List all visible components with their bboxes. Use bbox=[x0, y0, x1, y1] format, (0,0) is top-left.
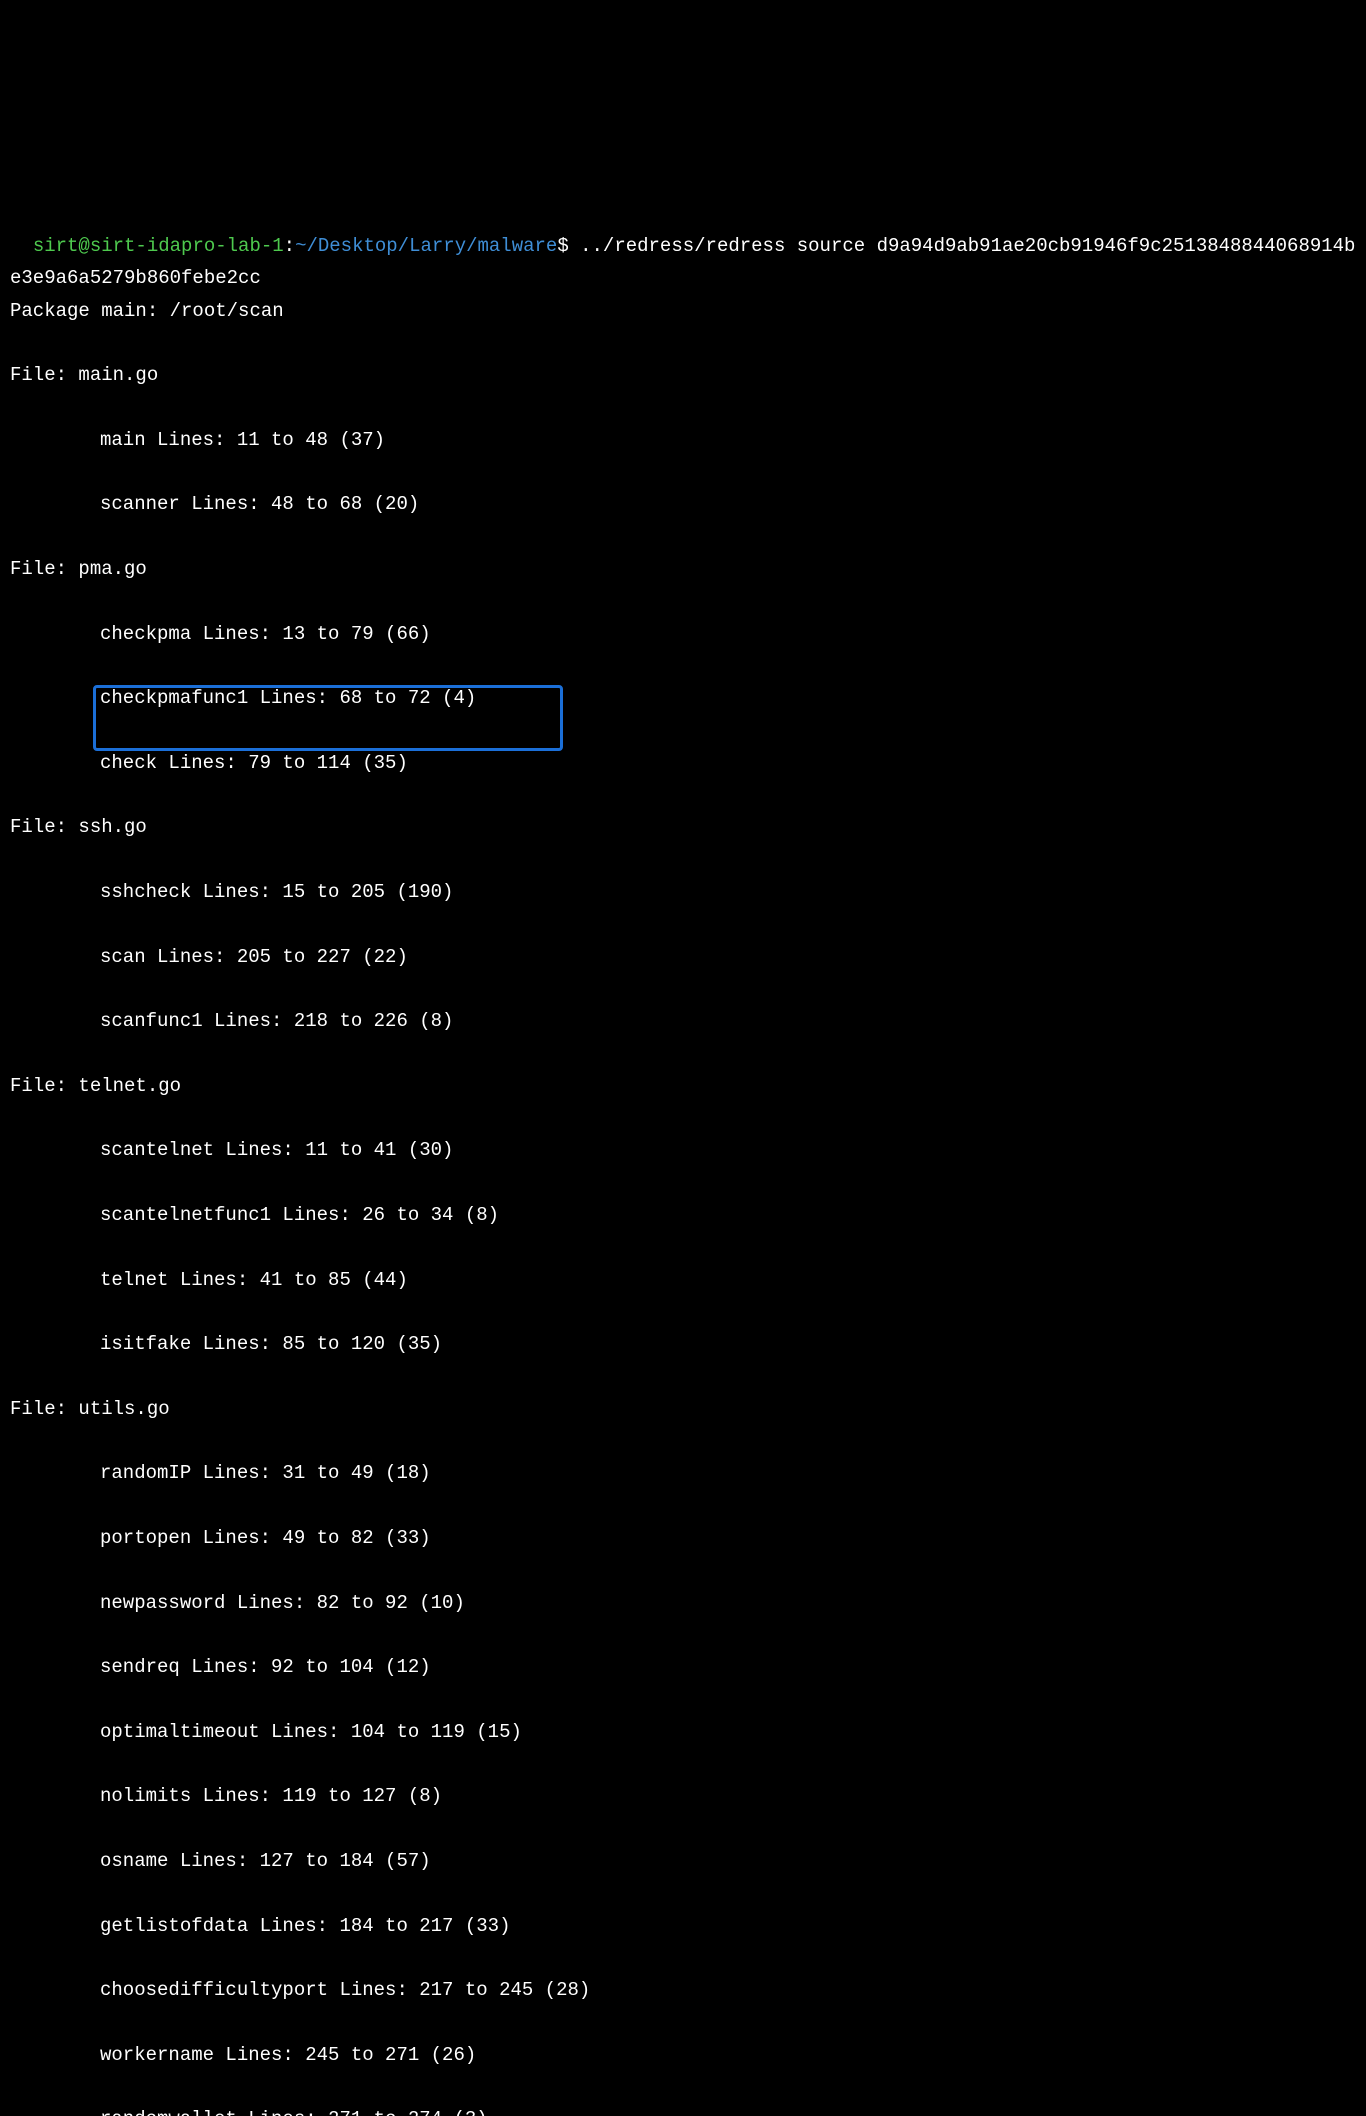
func-entry: workername Lines: 245 to 271 (26) bbox=[10, 2039, 1356, 2071]
file-header: File: telnet.go bbox=[10, 1070, 1356, 1102]
func-entry: randomwallet Lines: 271 to 274 (3) bbox=[10, 2103, 1356, 2116]
file-header: File: utils.go bbox=[10, 1393, 1356, 1425]
file-header: File: pma.go bbox=[10, 553, 1356, 585]
func-entry: scantelnet Lines: 11 to 41 (30) bbox=[10, 1134, 1356, 1166]
func-entry: check Lines: 79 to 114 (35) bbox=[10, 747, 1356, 779]
prompt-colon: : bbox=[284, 235, 295, 257]
func-entry: scan Lines: 205 to 227 (22) bbox=[10, 941, 1356, 973]
func-entry: getlistofdata Lines: 184 to 217 (33) bbox=[10, 1910, 1356, 1942]
func-entry: osname Lines: 127 to 184 (57) bbox=[10, 1845, 1356, 1877]
file-header: File: ssh.go bbox=[10, 811, 1356, 843]
terminal-window[interactable]: sirt@sirt-idapro-lab-1:~/Desktop/Larry/m… bbox=[10, 133, 1356, 2116]
output-package: Package main: /root/scan bbox=[10, 295, 1356, 327]
func-entry: isitfake Lines: 85 to 120 (35) bbox=[10, 1328, 1356, 1360]
func-entry: optimaltimeout Lines: 104 to 119 (15) bbox=[10, 1716, 1356, 1748]
func-entry: nolimits Lines: 119 to 127 (8) bbox=[10, 1780, 1356, 1812]
func-entry: sendreq Lines: 92 to 104 (12) bbox=[10, 1651, 1356, 1683]
func-entry: scanfunc1 Lines: 218 to 226 (8) bbox=[10, 1005, 1356, 1037]
func-entry: portopen Lines: 49 to 82 (33) bbox=[10, 1522, 1356, 1554]
func-entry: checkpma Lines: 13 to 79 (66) bbox=[10, 618, 1356, 650]
func-entry: checkpmafunc1 Lines: 68 to 72 (4) bbox=[10, 682, 1356, 714]
func-entry: scantelnetfunc1 Lines: 26 to 34 (8) bbox=[10, 1199, 1356, 1231]
file-header: File: main.go bbox=[10, 359, 1356, 391]
prompt-path: ~/Desktop/Larry/malware bbox=[295, 235, 557, 257]
func-entry: telnet Lines: 41 to 85 (44) bbox=[10, 1264, 1356, 1296]
func-entry: scanner Lines: 48 to 68 (20) bbox=[10, 488, 1356, 520]
func-entry: main Lines: 11 to 48 (37) bbox=[10, 424, 1356, 456]
func-entry: randomIP Lines: 31 to 49 (18) bbox=[10, 1457, 1356, 1489]
prompt-user-host: sirt@sirt-idapro-lab-1 bbox=[33, 235, 284, 257]
func-entry: choosedifficultyport Lines: 217 to 245 (… bbox=[10, 1974, 1356, 2006]
prompt-dollar: $ bbox=[557, 235, 568, 257]
func-entry: newpassword Lines: 82 to 92 (10) bbox=[10, 1587, 1356, 1619]
func-entry: sshcheck Lines: 15 to 205 (190) bbox=[10, 876, 1356, 908]
prompt-line: sirt@sirt-idapro-lab-1:~/Desktop/Larry/m… bbox=[10, 235, 1355, 289]
